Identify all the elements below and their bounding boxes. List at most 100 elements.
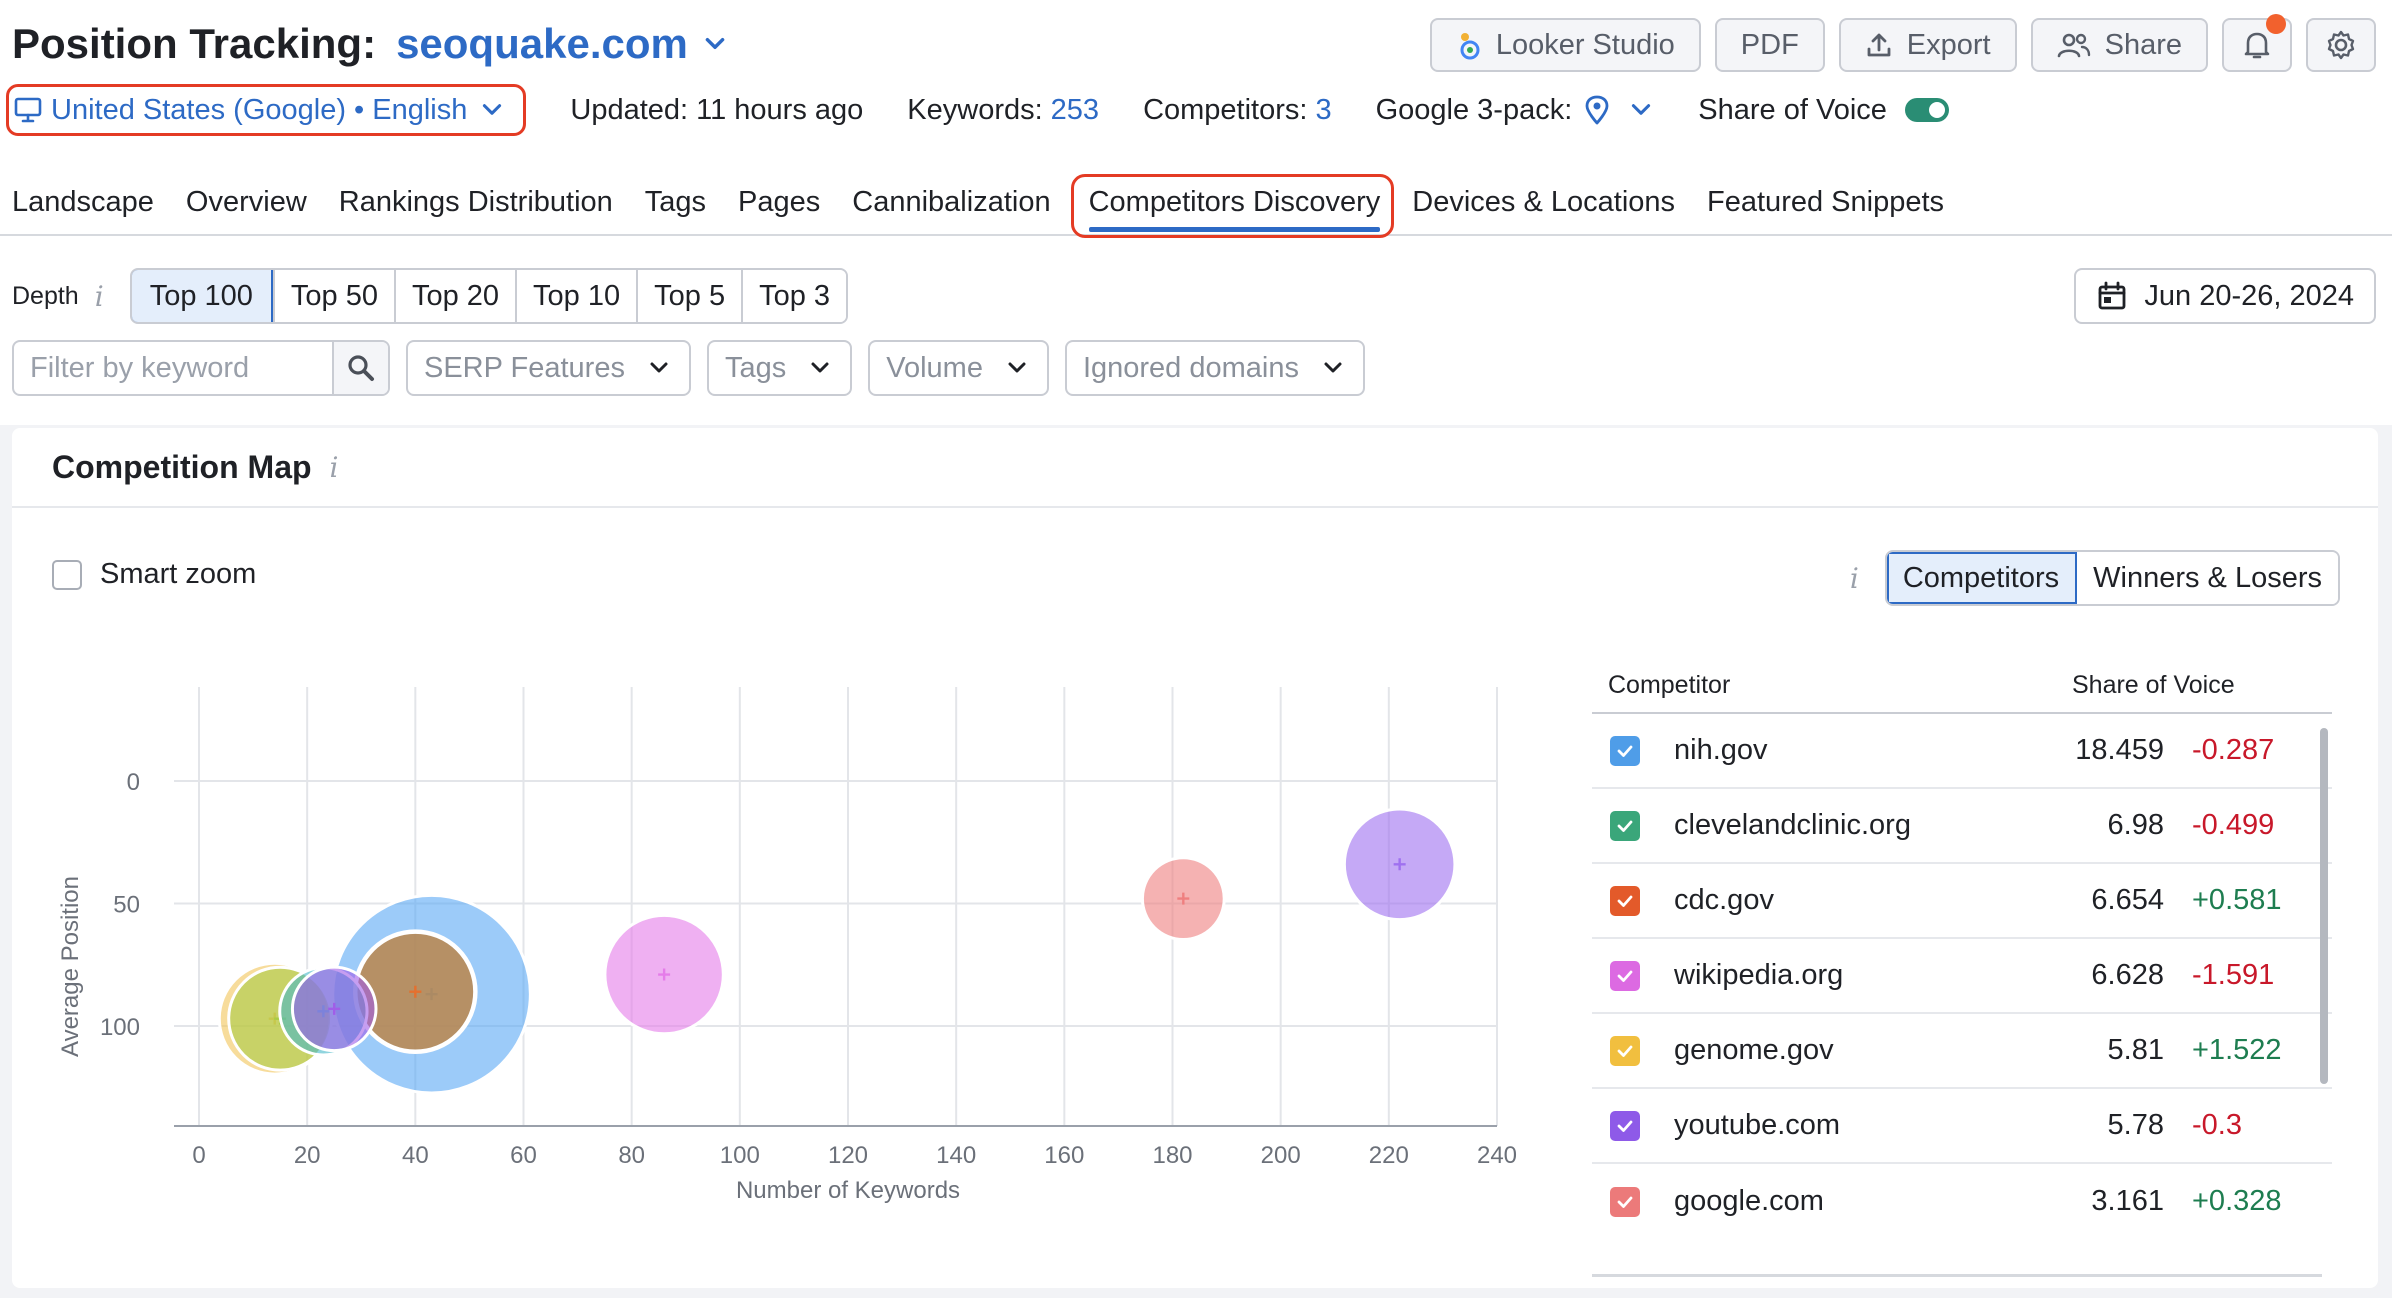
tab-label: Devices & Locations <box>1412 186 1676 218</box>
settings-button[interactable] <box>2306 18 2376 72</box>
checkmark-icon <box>1617 820 1633 832</box>
x-tick-label: 40 <box>402 1142 429 1169</box>
x-tick-label: 0 <box>192 1142 205 1169</box>
competitors-value[interactable]: 3 <box>1315 94 1331 127</box>
project-domain-select[interactable]: seoquake.com <box>396 20 728 68</box>
depth-option-label: Top 3 <box>759 279 831 312</box>
keyword-filter-input[interactable]: Filter by keyword <box>14 342 332 394</box>
competitor-sov: 6.628 <box>2091 959 2164 991</box>
info-icon[interactable]: i <box>1850 562 1859 595</box>
view-option-winners-losers[interactable]: Winners & Losers <box>2077 552 2338 604</box>
share-button[interactable]: Share <box>2030 18 2208 72</box>
calendar-icon <box>2098 281 2126 310</box>
pdf-label: PDF <box>1740 28 1799 61</box>
tab-tags[interactable]: Tags <box>645 180 706 234</box>
chevron-down-icon <box>811 362 829 373</box>
competitor-checkbox[interactable] <box>1610 735 1640 766</box>
google-3pack[interactable]: Google 3-pack: <box>1376 94 1655 127</box>
depth-option-top-100[interactable]: Top 100 <box>131 270 273 322</box>
checkmark-icon <box>1617 745 1633 757</box>
competitor-checkbox[interactable] <box>1610 1035 1640 1066</box>
date-range-picker[interactable]: Jun 20-26, 2024 <box>2074 268 2376 324</box>
checkmark-icon <box>1617 970 1633 982</box>
tab-overview[interactable]: Overview <box>186 180 307 234</box>
tab-competitors-discovery[interactable]: Competitors Discovery <box>1070 174 1395 238</box>
chevron-down-icon <box>1632 104 1651 115</box>
table-header: Competitor Share of Voice <box>1592 658 2332 714</box>
export-label: Export <box>1906 28 1991 61</box>
tab-pages[interactable]: Pages <box>738 180 820 234</box>
highlight-outline <box>1070 174 1395 238</box>
table-scrollbar[interactable] <box>2320 728 2328 1084</box>
tab-landscape[interactable]: Landscape <box>12 180 154 234</box>
competitor-checkbox[interactable] <box>1610 810 1640 841</box>
sov-toggle[interactable] <box>1904 98 1949 122</box>
depth-option-top-10[interactable]: Top 10 <box>515 270 637 322</box>
pdf-button[interactable]: PDF <box>1714 18 1825 72</box>
table-bottom-border <box>1592 1274 2322 1277</box>
title-row: Position Tracking: seoquake.com <box>12 14 728 74</box>
competitors-count: Competitors: 3 <box>1143 94 1332 127</box>
filter-row: Filter by keyword SERP Features Tags Vol… <box>12 340 1365 396</box>
tags-dropdown[interactable]: Tags <box>706 340 853 396</box>
location-select[interactable]: United States (Google) • English <box>6 84 527 136</box>
keyword-search-button[interactable] <box>332 342 388 394</box>
depth-text: Depth <box>12 281 79 310</box>
competitor-sov-change: -0.287 <box>2192 734 2275 766</box>
export-button[interactable]: Export <box>1838 18 2017 72</box>
depth-selector: Top 100 Top 50 Top 20 Top 10 Top 5 Top 3 <box>129 268 849 324</box>
sov-label: Share of Voice <box>1698 93 1887 126</box>
chevron-down-icon <box>1324 362 1342 373</box>
looker-studio-icon <box>1460 33 1480 60</box>
chevron-down-icon <box>650 362 668 373</box>
competitor-checkbox[interactable] <box>1610 1110 1640 1141</box>
y-tick-label: 100 <box>100 1014 140 1041</box>
updated-status: Updated: 11 hours ago <box>570 94 863 127</box>
serp-features-dropdown[interactable]: SERP Features <box>406 340 691 396</box>
depth-option-top-3[interactable]: Top 3 <box>741 270 847 322</box>
x-tick-label: 140 <box>936 1142 976 1169</box>
tab-cannibalization[interactable]: Cannibalization <box>852 180 1050 234</box>
tab-rankings-distribution[interactable]: Rankings Distribution <box>339 180 613 234</box>
competitor-sov: 6.654 <box>2091 884 2164 916</box>
depth-option-top-20[interactable]: Top 20 <box>393 270 516 322</box>
x-tick-label: 220 <box>1369 1142 1409 1169</box>
chevron-down-icon <box>705 37 725 49</box>
competitor-checkbox[interactable] <box>1610 885 1640 916</box>
table-row: clevelandclinic.org 6.98 -0.499 <box>1592 789 2332 864</box>
info-icon[interactable]: i <box>95 280 104 313</box>
view-option-label: Competitors <box>1902 561 2060 594</box>
tab-featured-snippets[interactable]: Featured Snippets <box>1707 180 1944 234</box>
tab-label: Pages <box>738 186 821 218</box>
depth-option-label: Top 100 <box>149 279 253 312</box>
competitor-sov: 18.459 <box>2075 734 2164 766</box>
project-domain: seoquake.com <box>396 20 688 67</box>
x-tick-label: 100 <box>720 1142 760 1169</box>
ignored-domains-dropdown[interactable]: Ignored domains <box>1064 340 1365 396</box>
keywords-value[interactable]: 253 <box>1051 94 1099 127</box>
competitor-checkbox[interactable] <box>1610 960 1640 991</box>
tab-label: Cannibalization <box>852 186 1051 218</box>
x-tick-label: 160 <box>1044 1142 1084 1169</box>
view-selector: Competitors Winners & Losers <box>1884 550 2340 606</box>
tab-devices-locations[interactable]: Devices & Locations <box>1412 180 1675 234</box>
search-icon <box>348 355 374 381</box>
notifications-button[interactable] <box>2222 14 2292 72</box>
volume-dropdown[interactable]: Volume <box>868 340 1049 396</box>
depth-option-top-5[interactable]: Top 5 <box>636 270 742 322</box>
tab-label: Featured Snippets <box>1707 186 1945 218</box>
depth-option-top-50[interactable]: Top 50 <box>272 270 394 322</box>
bell-icon <box>2244 32 2270 59</box>
tab-label: Landscape <box>12 186 154 218</box>
col-share-of-voice: Share of Voice <box>2072 670 2235 699</box>
looker-studio-button[interactable]: Looker Studio <box>1429 18 1701 72</box>
chevron-down-icon <box>483 104 502 115</box>
desktop-icon <box>14 97 42 123</box>
view-option-competitors[interactable]: Competitors <box>1886 552 2078 604</box>
report-tabs: Landscape Overview Rankings Distribution… <box>0 174 2392 238</box>
x-tick-label: 240 <box>1477 1142 1517 1169</box>
keyword-filter: Filter by keyword <box>12 340 390 396</box>
date-range-label: Jun 20-26, 2024 <box>2144 279 2354 312</box>
depth-label: Depth i <box>12 280 104 313</box>
competitor-checkbox[interactable] <box>1610 1186 1640 1217</box>
